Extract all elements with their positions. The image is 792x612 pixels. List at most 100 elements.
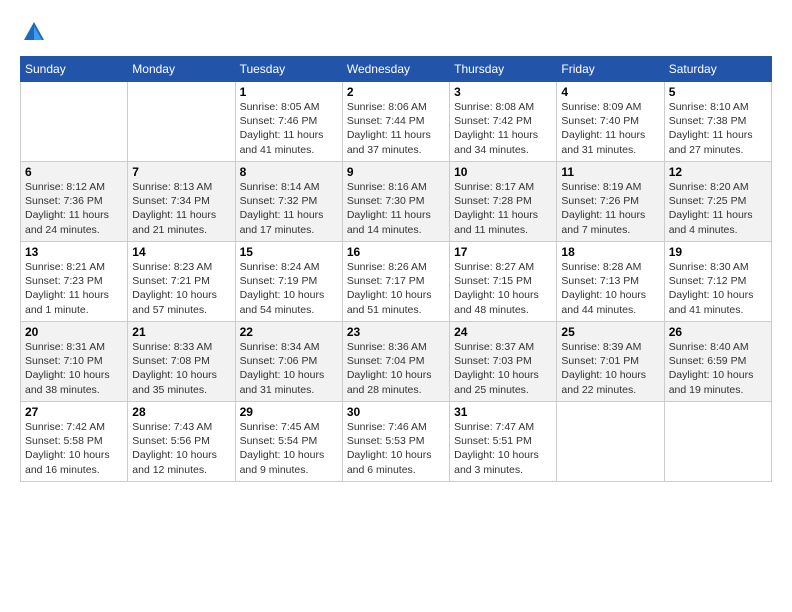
day-number: 18	[561, 245, 659, 259]
day-number: 9	[347, 165, 445, 179]
day-info: Sunrise: 8:28 AMSunset: 7:13 PMDaylight:…	[561, 260, 659, 317]
day-number: 16	[347, 245, 445, 259]
day-info: Sunrise: 8:37 AMSunset: 7:03 PMDaylight:…	[454, 340, 552, 397]
day-info: Sunrise: 8:21 AMSunset: 7:23 PMDaylight:…	[25, 260, 123, 317]
logo-icon	[20, 18, 48, 46]
day-number: 3	[454, 85, 552, 99]
day-number: 28	[132, 405, 230, 419]
calendar-cell	[664, 402, 771, 482]
day-info: Sunrise: 8:16 AMSunset: 7:30 PMDaylight:…	[347, 180, 445, 237]
calendar-cell: 9Sunrise: 8:16 AMSunset: 7:30 PMDaylight…	[342, 162, 449, 242]
day-number: 29	[240, 405, 338, 419]
day-info: Sunrise: 8:13 AMSunset: 7:34 PMDaylight:…	[132, 180, 230, 237]
calendar-cell: 31Sunrise: 7:47 AMSunset: 5:51 PMDayligh…	[450, 402, 557, 482]
day-info: Sunrise: 8:14 AMSunset: 7:32 PMDaylight:…	[240, 180, 338, 237]
calendar-cell: 20Sunrise: 8:31 AMSunset: 7:10 PMDayligh…	[21, 322, 128, 402]
day-header: Tuesday	[235, 57, 342, 82]
day-number: 2	[347, 85, 445, 99]
calendar-cell: 8Sunrise: 8:14 AMSunset: 7:32 PMDaylight…	[235, 162, 342, 242]
calendar-cell: 25Sunrise: 8:39 AMSunset: 7:01 PMDayligh…	[557, 322, 664, 402]
calendar-cell: 19Sunrise: 8:30 AMSunset: 7:12 PMDayligh…	[664, 242, 771, 322]
day-number: 19	[669, 245, 767, 259]
day-info: Sunrise: 8:39 AMSunset: 7:01 PMDaylight:…	[561, 340, 659, 397]
calendar-cell: 29Sunrise: 7:45 AMSunset: 5:54 PMDayligh…	[235, 402, 342, 482]
calendar-cell: 11Sunrise: 8:19 AMSunset: 7:26 PMDayligh…	[557, 162, 664, 242]
page: SundayMondayTuesdayWednesdayThursdayFrid…	[0, 0, 792, 612]
day-info: Sunrise: 8:33 AMSunset: 7:08 PMDaylight:…	[132, 340, 230, 397]
calendar-cell	[557, 402, 664, 482]
day-info: Sunrise: 8:10 AMSunset: 7:38 PMDaylight:…	[669, 100, 767, 157]
calendar-cell: 15Sunrise: 8:24 AMSunset: 7:19 PMDayligh…	[235, 242, 342, 322]
day-info: Sunrise: 8:26 AMSunset: 7:17 PMDaylight:…	[347, 260, 445, 317]
day-info: Sunrise: 8:20 AMSunset: 7:25 PMDaylight:…	[669, 180, 767, 237]
day-info: Sunrise: 8:19 AMSunset: 7:26 PMDaylight:…	[561, 180, 659, 237]
day-number: 22	[240, 325, 338, 339]
header	[20, 18, 772, 46]
day-info: Sunrise: 8:05 AMSunset: 7:46 PMDaylight:…	[240, 100, 338, 157]
day-number: 15	[240, 245, 338, 259]
calendar-cell: 24Sunrise: 8:37 AMSunset: 7:03 PMDayligh…	[450, 322, 557, 402]
day-number: 10	[454, 165, 552, 179]
day-info: Sunrise: 8:09 AMSunset: 7:40 PMDaylight:…	[561, 100, 659, 157]
calendar-cell: 28Sunrise: 7:43 AMSunset: 5:56 PMDayligh…	[128, 402, 235, 482]
calendar-cell: 21Sunrise: 8:33 AMSunset: 7:08 PMDayligh…	[128, 322, 235, 402]
day-info: Sunrise: 7:43 AMSunset: 5:56 PMDaylight:…	[132, 420, 230, 477]
day-info: Sunrise: 8:06 AMSunset: 7:44 PMDaylight:…	[347, 100, 445, 157]
day-number: 21	[132, 325, 230, 339]
day-info: Sunrise: 7:42 AMSunset: 5:58 PMDaylight:…	[25, 420, 123, 477]
day-number: 4	[561, 85, 659, 99]
calendar-cell: 27Sunrise: 7:42 AMSunset: 5:58 PMDayligh…	[21, 402, 128, 482]
day-header: Saturday	[664, 57, 771, 82]
calendar-cell: 2Sunrise: 8:06 AMSunset: 7:44 PMDaylight…	[342, 82, 449, 162]
day-info: Sunrise: 7:45 AMSunset: 5:54 PMDaylight:…	[240, 420, 338, 477]
day-info: Sunrise: 8:27 AMSunset: 7:15 PMDaylight:…	[454, 260, 552, 317]
calendar-cell: 6Sunrise: 8:12 AMSunset: 7:36 PMDaylight…	[21, 162, 128, 242]
calendar-cell	[128, 82, 235, 162]
day-number: 30	[347, 405, 445, 419]
calendar-cell: 12Sunrise: 8:20 AMSunset: 7:25 PMDayligh…	[664, 162, 771, 242]
day-info: Sunrise: 8:31 AMSunset: 7:10 PMDaylight:…	[25, 340, 123, 397]
day-info: Sunrise: 7:46 AMSunset: 5:53 PMDaylight:…	[347, 420, 445, 477]
day-number: 25	[561, 325, 659, 339]
day-number: 17	[454, 245, 552, 259]
day-info: Sunrise: 8:30 AMSunset: 7:12 PMDaylight:…	[669, 260, 767, 317]
day-info: Sunrise: 8:24 AMSunset: 7:19 PMDaylight:…	[240, 260, 338, 317]
day-number: 8	[240, 165, 338, 179]
calendar-cell: 13Sunrise: 8:21 AMSunset: 7:23 PMDayligh…	[21, 242, 128, 322]
day-info: Sunrise: 8:17 AMSunset: 7:28 PMDaylight:…	[454, 180, 552, 237]
day-number: 27	[25, 405, 123, 419]
day-info: Sunrise: 8:40 AMSunset: 6:59 PMDaylight:…	[669, 340, 767, 397]
day-number: 7	[132, 165, 230, 179]
calendar-cell: 10Sunrise: 8:17 AMSunset: 7:28 PMDayligh…	[450, 162, 557, 242]
day-number: 26	[669, 325, 767, 339]
day-number: 31	[454, 405, 552, 419]
day-header: Thursday	[450, 57, 557, 82]
day-number: 11	[561, 165, 659, 179]
day-header: Friday	[557, 57, 664, 82]
day-info: Sunrise: 8:34 AMSunset: 7:06 PMDaylight:…	[240, 340, 338, 397]
day-info: Sunrise: 7:47 AMSunset: 5:51 PMDaylight:…	[454, 420, 552, 477]
calendar-cell: 30Sunrise: 7:46 AMSunset: 5:53 PMDayligh…	[342, 402, 449, 482]
calendar-cell: 26Sunrise: 8:40 AMSunset: 6:59 PMDayligh…	[664, 322, 771, 402]
calendar-cell: 17Sunrise: 8:27 AMSunset: 7:15 PMDayligh…	[450, 242, 557, 322]
day-header: Monday	[128, 57, 235, 82]
calendar-cell: 18Sunrise: 8:28 AMSunset: 7:13 PMDayligh…	[557, 242, 664, 322]
day-info: Sunrise: 8:36 AMSunset: 7:04 PMDaylight:…	[347, 340, 445, 397]
day-number: 5	[669, 85, 767, 99]
calendar-cell: 3Sunrise: 8:08 AMSunset: 7:42 PMDaylight…	[450, 82, 557, 162]
day-header: Wednesday	[342, 57, 449, 82]
day-number: 12	[669, 165, 767, 179]
calendar-cell: 16Sunrise: 8:26 AMSunset: 7:17 PMDayligh…	[342, 242, 449, 322]
logo	[20, 18, 52, 46]
day-info: Sunrise: 8:12 AMSunset: 7:36 PMDaylight:…	[25, 180, 123, 237]
calendar-cell: 4Sunrise: 8:09 AMSunset: 7:40 PMDaylight…	[557, 82, 664, 162]
day-number: 6	[25, 165, 123, 179]
day-info: Sunrise: 8:08 AMSunset: 7:42 PMDaylight:…	[454, 100, 552, 157]
calendar-cell: 14Sunrise: 8:23 AMSunset: 7:21 PMDayligh…	[128, 242, 235, 322]
day-number: 14	[132, 245, 230, 259]
day-number: 24	[454, 325, 552, 339]
calendar-cell	[21, 82, 128, 162]
day-number: 1	[240, 85, 338, 99]
day-number: 20	[25, 325, 123, 339]
day-number: 13	[25, 245, 123, 259]
